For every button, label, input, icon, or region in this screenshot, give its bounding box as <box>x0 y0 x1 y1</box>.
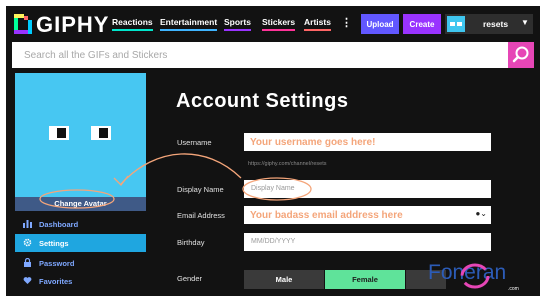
display-name-circle <box>242 177 312 201</box>
watermark-ring-icon <box>460 263 490 289</box>
watermark-sub: .com <box>508 286 519 292</box>
watermark: Foneran .com <box>428 258 540 294</box>
annotation-overlay <box>39 153 312 209</box>
giphy-window: GIPHY Reactions Entertainment Sports Sti… <box>6 6 540 296</box>
change-avatar-circle <box>39 189 115 209</box>
annotation-arrow <box>120 153 242 185</box>
